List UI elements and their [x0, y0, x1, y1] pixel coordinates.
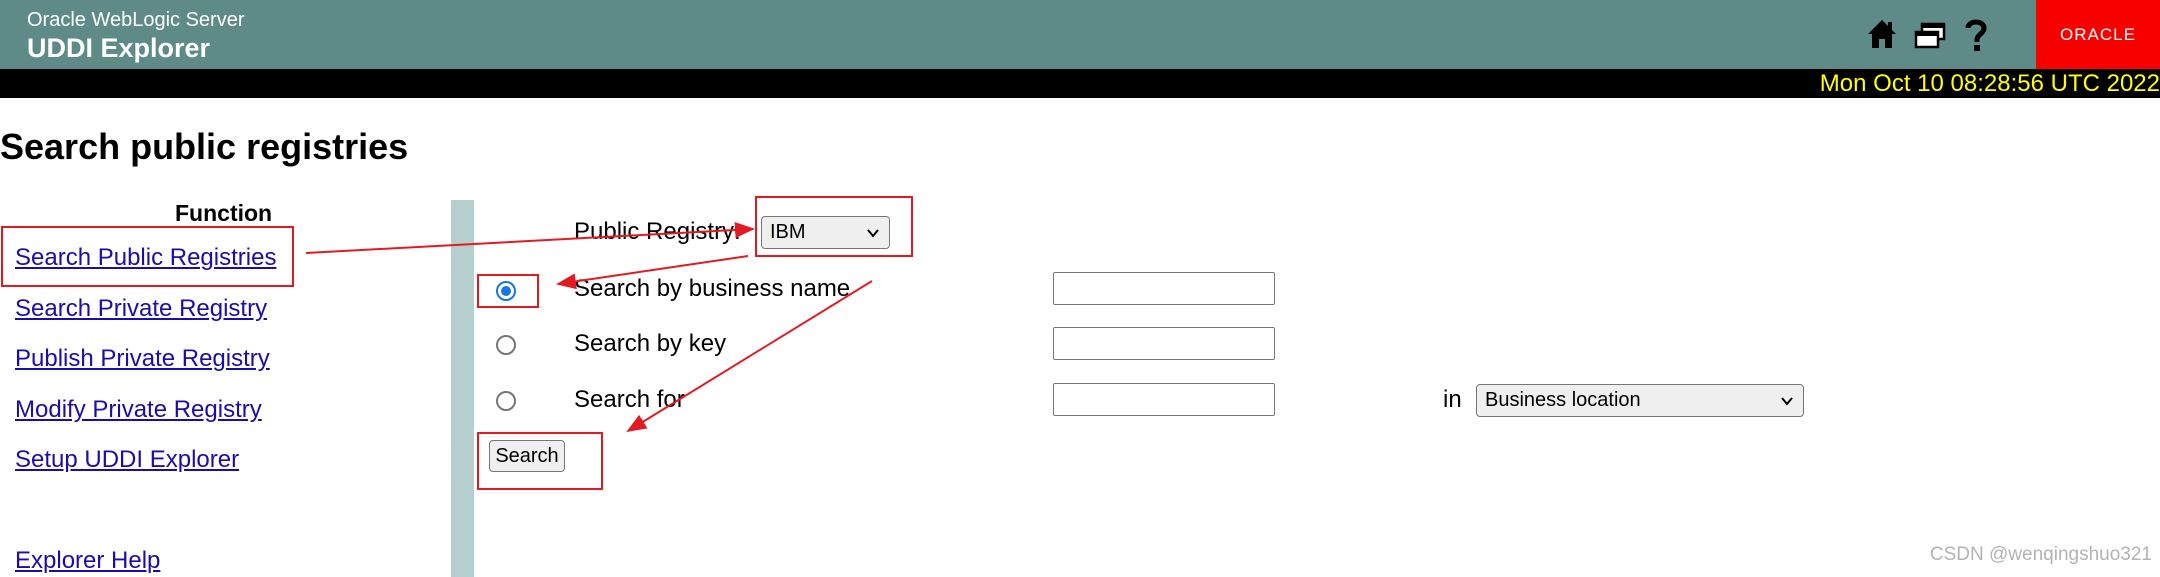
function-heading: Function: [175, 200, 273, 226]
oracle-logo: ORACLE: [2036, 0, 2160, 69]
key-label: Search by key: [574, 330, 727, 357]
search-in-select[interactable]: Business location: [1476, 384, 1804, 417]
nav-explorer-help[interactable]: Explorer Help: [15, 547, 160, 575]
business-name-label: Search by business name: [574, 275, 851, 302]
nav-search-private-registry[interactable]: Search Private Registry: [15, 295, 267, 323]
annotation-box-nav: [1, 226, 294, 287]
search-for-input[interactable]: [1053, 383, 1275, 416]
search-in-value: Business location: [1485, 389, 1641, 411]
watermark: CSDN @wenqingshuo321: [1929, 544, 2152, 565]
panel-divider: [451, 200, 474, 577]
app-header: Oracle WebLogic Server UDDI Explorer ORA…: [0, 0, 2160, 69]
business-name-input[interactable]: [1053, 272, 1275, 305]
in-label: in: [1443, 386, 1462, 413]
app-title: UDDI Explorer: [27, 33, 211, 63]
help-icon[interactable]: [1956, 14, 1996, 54]
date-bar: Mon Oct 10 08:28:56 UTC 2022: [0, 69, 2160, 98]
page-title: Search public registries: [0, 126, 409, 167]
nav-modify-private-registry[interactable]: Modify Private Registry: [15, 396, 262, 424]
datetime-display: Mon Oct 10 08:28:56 UTC 2022: [1819, 70, 2160, 97]
public-registry-label: Public Registry:: [574, 218, 741, 245]
home-icon[interactable]: [1862, 14, 1902, 54]
nav-setup-uddi-explorer[interactable]: Setup UDDI Explorer: [15, 446, 239, 474]
chevron-down-icon: [1781, 397, 1793, 406]
key-input[interactable]: [1053, 327, 1275, 360]
annotation-box-radio: [477, 274, 539, 308]
search-for-label: Search for: [574, 386, 685, 413]
nav-publish-private-registry[interactable]: Publish Private Registry: [15, 345, 270, 373]
annotation-box-search: [477, 432, 603, 490]
annotation-box-registry: [755, 196, 913, 257]
radio-key[interactable]: [496, 335, 516, 355]
radio-search-for[interactable]: [496, 391, 516, 411]
windows-icon[interactable]: [1910, 14, 1950, 54]
product-name: Oracle WebLogic Server: [27, 9, 245, 31]
